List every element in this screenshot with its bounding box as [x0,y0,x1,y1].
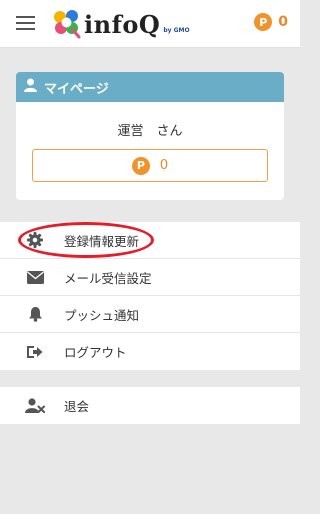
menu-item-profile-update[interactable]: 登録情報更新 [0,222,300,259]
bell-icon [25,304,45,324]
menu-item-mail-settings[interactable]: メール受信設定 [0,259,300,296]
envelope-icon [25,267,45,287]
logo-sub: by GMO [163,26,190,34]
menu-item-logout[interactable]: ログアウト [0,333,300,370]
mypage-card-header: マイページ [16,72,284,102]
logo-mark-icon [52,9,82,39]
menu-item-push-notification[interactable]: プッシュ通知 [0,296,300,333]
menu-label-profile-update: 登録情報更新 [64,233,140,249]
menu-label-push-notification: プッシュ通知 [64,307,140,323]
points-button[interactable]: P 0 [32,149,268,182]
menu-label-withdraw: 退会 [64,399,90,414]
logout-icon [25,342,45,362]
menu-label-logout: ログアウト [64,345,127,360]
infoq-logo[interactable]: infoQ by GMO [52,8,212,40]
menu-item-withdraw[interactable]: 退会 [0,387,300,424]
user-name: 運営 さん [117,124,183,139]
point-icon: P [254,13,273,31]
hamburger-menu-icon[interactable] [16,16,35,31]
mypage-card: マイページ 運営 さん P 0 [16,72,284,200]
menu-label-mail-settings: メール受信設定 [64,270,152,286]
withdraw-menu: 退会 [0,387,300,424]
point-icon: P [131,156,150,175]
mypage-title: マイページ [44,81,109,97]
logo-text: infoQ [84,9,161,39]
header-points[interactable]: P 0 [254,12,288,32]
header-points-value: 0 [278,14,288,30]
user-icon [24,78,37,96]
gear-icon [25,230,45,250]
app-header: infoQ by GMO P 0 [0,0,300,48]
user-remove-icon [25,396,45,416]
points-value: 0 [159,158,169,173]
settings-menu: 登録情報更新 メール受信設定 プッシュ通知 ログアウト [0,222,300,370]
